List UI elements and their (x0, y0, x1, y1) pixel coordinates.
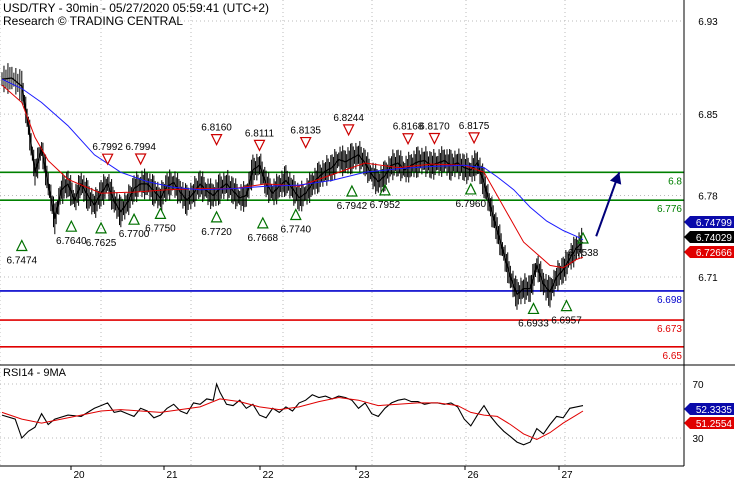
rsi-label: RSI14 - 9MA (3, 367, 66, 379)
swing-low-label: 6.6933 (518, 318, 549, 329)
swing-low-label: 6.6957 (551, 316, 582, 327)
date-axis-tick: 21 (166, 470, 178, 480)
rsi-axis-tick: 30 (692, 434, 704, 445)
swing-low-label: 6.7942 (337, 201, 368, 212)
swing-high-label: 6.8111 (245, 128, 275, 139)
date-axis-tick: 20 (73, 470, 85, 480)
date-axis-tick: 27 (561, 470, 573, 480)
swing-low-label: 6.7720 (201, 227, 232, 238)
price-axis-tick: 6.71 (698, 273, 718, 284)
date-axis-tick: 22 (262, 470, 274, 480)
price-value-tag: 6.74029 (696, 233, 733, 244)
swing-low-label: 6.7740 (281, 225, 312, 236)
price-axis-tick: 6.85 (698, 110, 718, 121)
date-axis-tick: 23 (358, 470, 370, 480)
rsi-value-tag: 51.2554 (696, 419, 733, 430)
chart-title: USD/TRY - 30min - 05/27/2020 05:59:41 (U… (3, 1, 270, 15)
swing-low-label: 6.7640 (56, 236, 87, 247)
level-label: 6.65 (663, 351, 683, 362)
swing-low-label: 6.7625 (86, 238, 117, 249)
swing-high-label: 6.8170 (419, 121, 450, 132)
price-value-tag: 6.72666 (696, 248, 733, 259)
price-value-tag: 6.74799 (696, 218, 733, 229)
level-label: 6.698 (657, 295, 682, 306)
swing-low-label: 6.7750 (145, 223, 176, 234)
swing-low-label: 6.7474 (7, 255, 38, 266)
rsi-value-tag: 52.3335 (696, 405, 733, 416)
swing-low-label: 6.7668 (247, 233, 278, 244)
chart-canvas: 6.8 6.776 6.698 6.673 6.65 6.7992 6.7994 6.816… (0, 0, 735, 480)
swing-high-label: 6.8244 (333, 113, 364, 124)
swing-high-label: 6.7992 (92, 142, 123, 153)
level-label: 6.776 (657, 204, 682, 215)
price-axis-tick: 6.93 (698, 17, 718, 28)
rsi-axis-tick: 70 (692, 380, 704, 391)
swing-high-label: 6.8160 (201, 123, 232, 134)
date-axis-tick: 26 (467, 470, 479, 480)
level-label: 6.8 (668, 176, 682, 187)
price-axis-tick: 6.78 (698, 192, 718, 203)
swing-high-label: 6.7994 (125, 142, 156, 153)
swing-low-label: 6.7538 (568, 248, 599, 259)
level-label: 6.673 (657, 324, 682, 335)
chart-source: Research © TRADING CENTRAL (3, 14, 183, 28)
swing-low-label: 6.7952 (370, 200, 401, 211)
swing-low-label: 6.7960 (455, 199, 486, 210)
swing-high-label: 6.8175 (459, 121, 490, 132)
swing-high-label: 6.8135 (290, 126, 321, 137)
